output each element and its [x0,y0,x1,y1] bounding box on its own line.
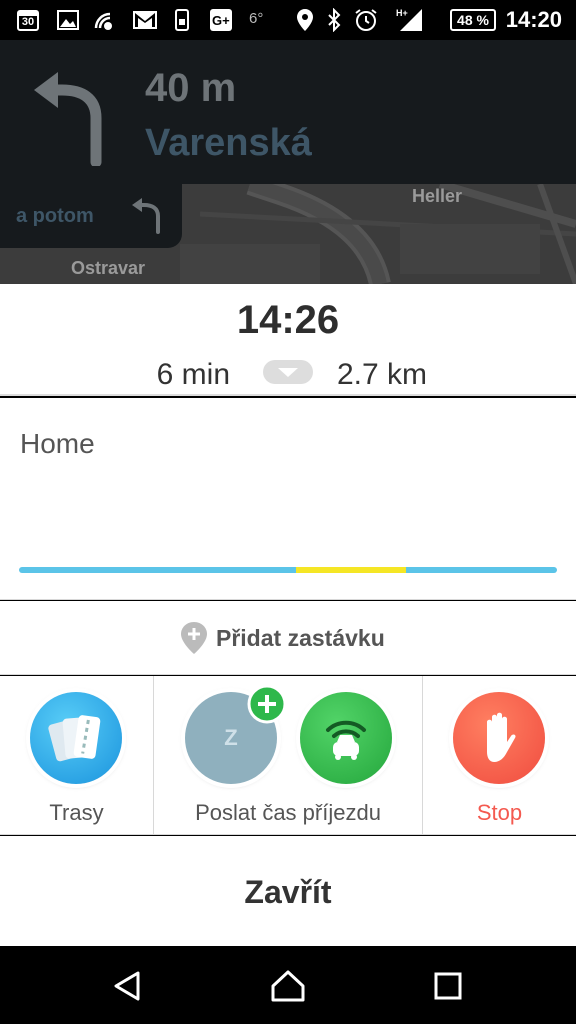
arrival-time: 14:26 [236,298,340,342]
share-drive-icon [326,720,366,760]
stop-circle [453,692,545,784]
add-stop-button[interactable]: Přidat zastávku [0,601,576,675]
calendar-icon: 30 [16,8,40,32]
turn-left-icon [34,72,102,166]
google-plus-icon: G+ [208,8,234,32]
route-segment [19,567,297,573]
alarm-icon [353,8,379,32]
stop-button[interactable]: Stop [423,676,576,835]
signal-icon: H+ [396,8,426,32]
clock: 14:20 [505,7,562,32]
phone-icon [172,8,192,32]
turn-instruction-panel[interactable]: 40 m Varenská [0,40,576,184]
actions-row: Trasy Z Poslat čas příjezdu Stop [0,676,576,835]
next-turn-left-icon [132,198,160,234]
send-eta-button[interactable]: Z Poslat čas příjezdu [154,676,422,835]
routes-circle [30,692,122,784]
stop-label: Stop [476,800,523,825]
collapse-chevron-icon[interactable] [263,360,313,384]
temperature: 6° [249,10,264,27]
gmail-icon [132,8,158,32]
route-segment [406,567,557,573]
battery-icon: 48 % [450,9,496,31]
routes-label: Trasy [49,800,104,825]
gallery-icon [56,8,80,32]
wifi-broadcast-icon [92,8,118,32]
contact-initial: Z [224,725,238,750]
trip-duration: 6 min [156,358,230,391]
next-turn-panel[interactable]: a potom [0,184,182,248]
destination-name: Home [20,428,95,459]
stop-hand-icon [487,712,516,762]
street-name: Varenská [145,122,312,164]
add-location-icon [181,622,207,654]
svg-text:G+: G+ [212,13,230,28]
waze-share-circle [300,692,392,784]
add-contact-icon [247,684,287,724]
destination-panel[interactable]: Home [0,398,576,600]
map-label-ostravar: Ostravar [71,258,146,278]
home-icon[interactable] [270,968,306,1004]
add-stop-label: Přidat zastávku [216,624,385,651]
bluetooth-icon [324,8,344,32]
svg-text:H+: H+ [396,8,408,18]
close-label: Zavřít [244,874,332,910]
location-icon [294,8,316,32]
system-navigation-bar [0,946,576,1024]
turn-distance: 40 m [145,66,237,110]
route-traffic-bar [19,567,557,573]
recents-icon[interactable] [430,968,466,1004]
trip-distance: 2.7 km [337,358,428,391]
routes-button[interactable]: Trasy [0,676,153,835]
close-button[interactable]: Zavřít [0,836,576,946]
send-eta-label: Poslat čas příjezdu [195,800,381,825]
back-icon[interactable] [110,968,146,1004]
status-bar: 30 G+ 6° H+ 48 % 14:20 [0,0,576,40]
map-label-heller: Heller [412,186,463,206]
then-label: a potom [16,205,94,227]
route-segment [296,567,407,573]
routes-icon [48,715,101,762]
